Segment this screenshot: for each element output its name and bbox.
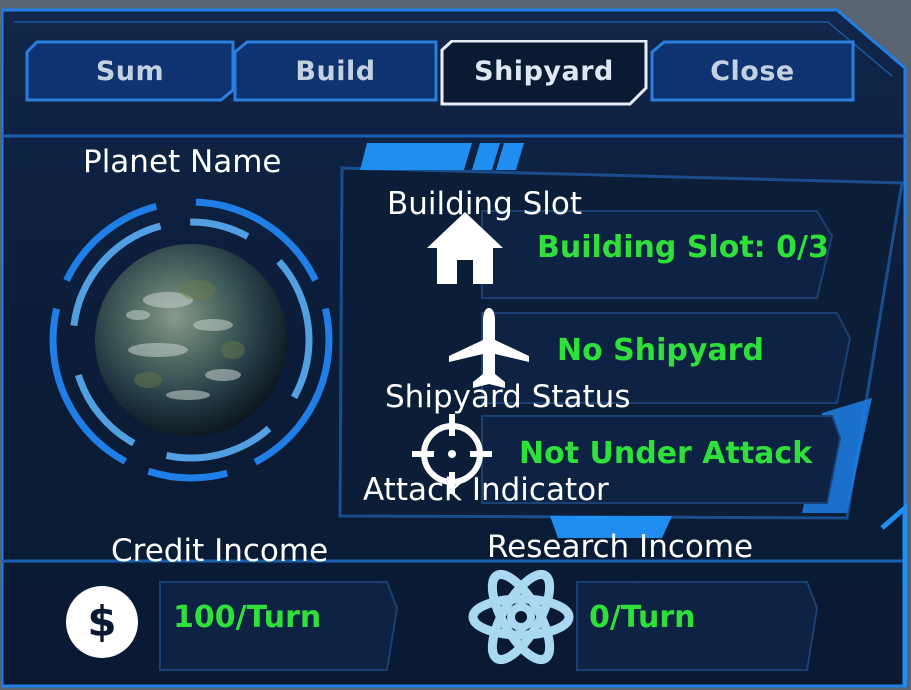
- planet-name-label: Planet Name: [83, 144, 282, 180]
- shipyard-status-value: No Shipyard: [557, 333, 764, 368]
- airplane-icon: [449, 308, 529, 388]
- tab-sum-label: Sum: [95, 55, 165, 87]
- building-slot-label: Building Slot: [387, 186, 583, 222]
- research-income-label: Research Income: [487, 529, 754, 565]
- tab-build[interactable]: Build: [233, 40, 438, 102]
- tab-build-label: Build: [295, 55, 376, 87]
- shipyard-status-label: Shipyard Status: [385, 379, 631, 415]
- planet-image: [49, 198, 333, 482]
- dollar-coin-icon: $: [66, 586, 138, 658]
- attack-indicator-label: Attack Indicator: [363, 472, 609, 508]
- attack-status-value: Not Under Attack: [519, 436, 813, 471]
- atom-icon: [468, 569, 574, 665]
- tab-shipyard-label: Shipyard: [474, 55, 614, 87]
- credit-income-label: Credit Income: [111, 533, 329, 569]
- credit-income-value: 100/Turn: [173, 600, 322, 635]
- tab-shipyard[interactable]: Shipyard: [440, 40, 648, 106]
- dollar-symbol: $: [87, 597, 116, 646]
- planet-info-panel: Sum Build Shipyard Close Building Slot: …: [0, 0, 911, 690]
- tab-sum[interactable]: Sum: [25, 40, 235, 102]
- tab-close-label: Close: [710, 55, 795, 87]
- tab-close[interactable]: Close: [650, 40, 855, 102]
- building-slot-value: Building Slot: 0/3: [537, 230, 829, 265]
- research-income-value: 0/Turn: [589, 600, 696, 635]
